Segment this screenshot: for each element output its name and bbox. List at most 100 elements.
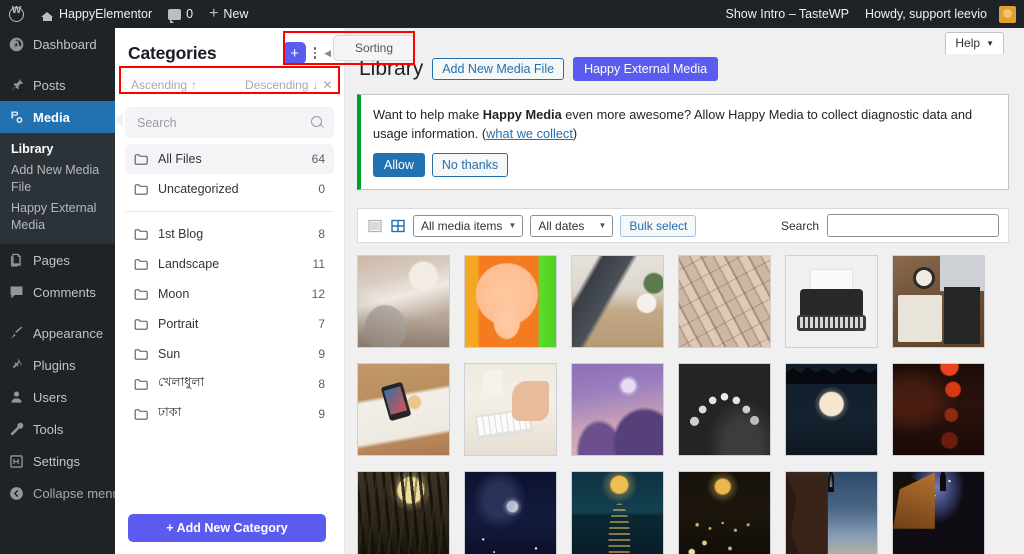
plus-icon: + [209,5,219,22]
sidebar-item-label: Dashboard [33,36,97,52]
no-thanks-button[interactable]: No thanks [431,153,509,178]
media-item-moon-over-sea-reflection[interactable] [571,471,664,554]
media-item-moon-thin-clouds-stars[interactable] [464,471,557,554]
media-item-laptop-notebook-desk[interactable] [571,255,664,349]
media-item-full-moon-treeline[interactable] [785,363,878,457]
add-category-icon-button[interactable]: + [283,42,307,64]
folder-icon [134,258,149,271]
list-view-icon[interactable] [367,218,383,234]
sidebar-item-pages[interactable]: Pages [0,244,115,276]
sidebar-item-media[interactable]: Media [0,101,123,133]
sorting-tooltip[interactable]: Sorting [333,35,415,61]
site-name-menu[interactable]: HappyElementor [33,0,160,28]
sidebar-item-appearance[interactable]: Appearance [0,317,115,349]
media-item-hands-keyboard-white-desk[interactable] [464,363,557,457]
arrow-down-icon: ↓ [312,78,319,92]
category-count: 64 [311,152,325,166]
sidebar-item-label: Pages [33,252,70,268]
what-we-collect-link[interactable]: what we collect [486,126,573,141]
my-account-menu[interactable]: Howdy, support leevio [857,0,1024,28]
category-count: 8 [318,227,325,241]
media-item-hand-writing-notebook-coffee[interactable] [357,255,450,349]
category-count: 9 [318,347,325,361]
home-icon [41,8,54,21]
sidebar-item-plugins[interactable]: Plugins [0,349,115,381]
sidebar-item-posts[interactable]: Posts [0,69,115,101]
media-item-blood-moon-sequence[interactable] [892,363,985,457]
sidebar-item-add-new-media-file[interactable]: Add New Media File [0,160,115,198]
category-search[interactable] [125,107,334,138]
help-toggle-button[interactable]: Help ▼ [945,32,1004,54]
sort-ascending-label: Ascending [131,78,188,92]
media-item-open-books-pattern[interactable] [678,255,771,349]
category-row[interactable]: খেলাধুলা 8 [125,369,334,399]
comment-count: 0 [186,7,194,21]
bulk-select-button[interactable]: Bulk select [620,214,697,237]
category-search-input[interactable] [135,114,311,131]
new-content-menu[interactable]: + New [201,0,256,28]
allow-button[interactable]: Allow [373,153,425,178]
folder-icon [134,183,149,196]
category-row[interactable]: Landscape 11 [125,249,334,279]
sidebar-item-dashboard[interactable]: Dashboard [0,28,115,60]
sidebar-item-tools[interactable]: Tools [0,413,115,445]
date-filter-value: All dates [538,218,585,233]
comments-icon [8,284,25,301]
wordpress-logo-menu[interactable] [0,0,33,28]
chevron-down-icon: ▼ [986,38,994,48]
happy-external-media-button[interactable]: Happy External Media [573,57,719,81]
sidebar-item-settings[interactable]: Settings [0,445,115,477]
category-row-all-files[interactable]: All Files 64 [125,144,334,174]
admin-sidebar: Dashboard Posts Media Library Add New Me… [0,28,123,554]
media-search-label: Search [780,218,819,233]
media-item-black-typewriter[interactable] [785,255,878,349]
category-row[interactable]: Sun 9 [125,339,334,369]
grid-view-icon[interactable] [390,218,406,234]
category-label: Portrait [158,317,199,331]
categories-title: Categories [128,42,217,63]
media-item-hands-smartphone-sketches[interactable] [357,363,450,457]
sidebar-item-label: Collapse menu [33,485,115,501]
media-type-filter[interactable]: All media items ▼ [413,214,524,237]
media-item-hands-writing-notebook-laptop[interactable] [892,255,985,349]
folder-icon [134,348,149,361]
sidebar-item-label: Settings [33,453,80,469]
category-row[interactable]: 1st Blog 8 [125,219,334,249]
sidebar-item-comments[interactable]: Comments [0,276,115,308]
category-row[interactable]: Portrait 7 [125,309,334,339]
media-item-purple-moon-clouds[interactable] [571,363,664,457]
sidebar-item-collapse-menu[interactable]: Collapse menu [0,477,115,509]
add-new-category-button[interactable]: + Add New Category [128,514,326,542]
sidebar-item-library[interactable]: Library [0,139,115,160]
brush-icon [8,325,25,342]
plug-icon [8,357,25,374]
date-filter[interactable]: All dates ▼ [530,214,614,237]
media-item-moon-over-city-lights[interactable] [678,471,771,554]
media-item-milky-way-canyon-person[interactable] [892,471,985,554]
media-item-moon-phases-arc[interactable] [678,363,771,457]
category-row[interactable]: Moon 12 [125,279,334,309]
sidebar-item-users[interactable]: Users [0,381,115,413]
chevron-left-icon[interactable]: ◀ [324,48,331,59]
show-intro-link[interactable]: Show Intro – TasteWP [718,0,857,28]
category-row-uncategorized[interactable]: Uncategorized 0 [125,174,334,204]
menu-separator [0,308,115,317]
sidebar-item-happy-external-media[interactable]: Happy External Media [0,198,115,236]
sort-ascending-option[interactable]: Ascending ↑ [127,78,201,92]
kebab-menu-icon[interactable] [309,42,321,64]
sort-descending-option[interactable]: Descending ↓ [241,78,322,92]
close-icon[interactable]: ✕ [322,78,332,92]
sidebar-item-label: Plugins [33,357,76,373]
comments-bubble[interactable]: 0 [160,0,201,28]
media-toolbar: All media items ▼ All dates ▼ Bulk selec… [357,208,1009,244]
category-count: 0 [318,182,325,196]
media-item-moon-behind-grass[interactable] [357,471,450,554]
divider [125,211,334,212]
media-search-input[interactable] [827,214,999,238]
media-item-canyon-silhouette-person[interactable] [785,471,878,554]
category-row[interactable]: ঢাকা 9 [125,399,334,429]
media-item-orange-lightbulb[interactable] [464,255,557,349]
dashboard-icon [8,36,25,53]
category-label: Uncategorized [158,182,239,196]
add-new-media-file-button[interactable]: Add New Media File [432,58,565,80]
